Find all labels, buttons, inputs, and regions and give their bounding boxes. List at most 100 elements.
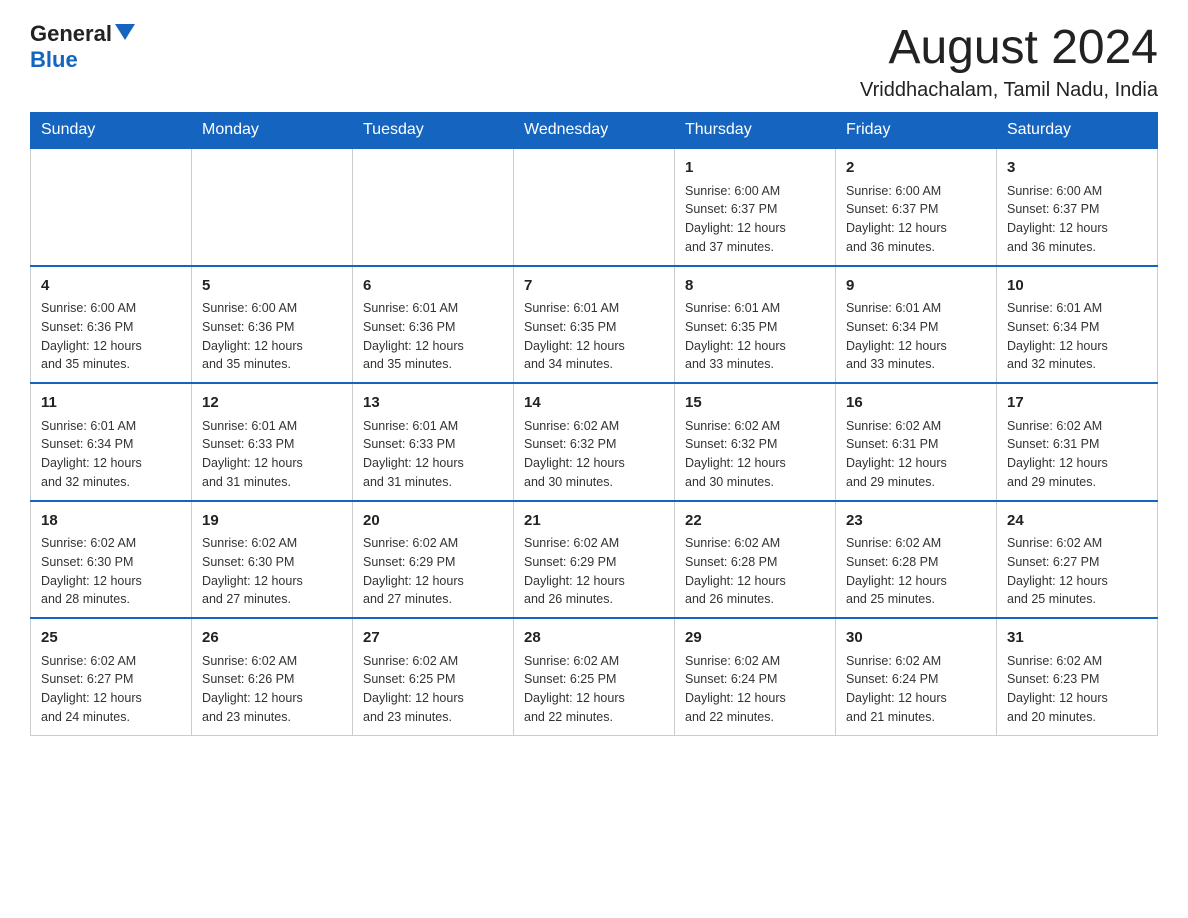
day-number: 5 [202,275,342,298]
day-cell: 15Sunrise: 6:02 AMSunset: 6:32 PMDayligh… [675,383,836,501]
day-info: Sunrise: 6:02 AMSunset: 6:26 PMDaylight:… [202,652,342,727]
day-number: 14 [524,392,664,415]
day-cell: 9Sunrise: 6:01 AMSunset: 6:34 PMDaylight… [836,266,997,384]
week-row-2: 4Sunrise: 6:00 AMSunset: 6:36 PMDaylight… [31,266,1158,384]
day-number: 24 [1007,510,1147,533]
day-info: Sunrise: 6:02 AMSunset: 6:29 PMDaylight:… [363,534,503,609]
day-number: 21 [524,510,664,533]
day-info: Sunrise: 6:01 AMSunset: 6:35 PMDaylight:… [685,299,825,374]
day-cell: 21Sunrise: 6:02 AMSunset: 6:29 PMDayligh… [514,501,675,619]
day-number: 25 [41,627,181,650]
day-cell: 22Sunrise: 6:02 AMSunset: 6:28 PMDayligh… [675,501,836,619]
day-cell: 31Sunrise: 6:02 AMSunset: 6:23 PMDayligh… [997,618,1158,735]
page-header: General Blue August 2024 Vriddhachalam, … [30,20,1158,102]
col-tuesday: Tuesday [353,113,514,149]
day-info: Sunrise: 6:02 AMSunset: 6:29 PMDaylight:… [524,534,664,609]
day-info: Sunrise: 6:02 AMSunset: 6:32 PMDaylight:… [685,417,825,492]
day-info: Sunrise: 6:02 AMSunset: 6:30 PMDaylight:… [202,534,342,609]
day-info: Sunrise: 6:02 AMSunset: 6:23 PMDaylight:… [1007,652,1147,727]
week-row-3: 11Sunrise: 6:01 AMSunset: 6:34 PMDayligh… [31,383,1158,501]
day-info: Sunrise: 6:02 AMSunset: 6:32 PMDaylight:… [524,417,664,492]
day-number: 15 [685,392,825,415]
day-number: 1 [685,157,825,180]
day-cell: 11Sunrise: 6:01 AMSunset: 6:34 PMDayligh… [31,383,192,501]
day-cell [514,148,675,266]
day-cell: 3Sunrise: 6:00 AMSunset: 6:37 PMDaylight… [997,148,1158,266]
col-wednesday: Wednesday [514,113,675,149]
day-number: 22 [685,510,825,533]
day-number: 12 [202,392,342,415]
day-cell: 27Sunrise: 6:02 AMSunset: 6:25 PMDayligh… [353,618,514,735]
day-number: 29 [685,627,825,650]
day-info: Sunrise: 6:00 AMSunset: 6:37 PMDaylight:… [685,182,825,257]
day-info: Sunrise: 6:02 AMSunset: 6:25 PMDaylight:… [363,652,503,727]
day-number: 19 [202,510,342,533]
col-sunday: Sunday [31,113,192,149]
day-info: Sunrise: 6:01 AMSunset: 6:34 PMDaylight:… [1007,299,1147,374]
day-info: Sunrise: 6:02 AMSunset: 6:28 PMDaylight:… [846,534,986,609]
day-cell: 1Sunrise: 6:00 AMSunset: 6:37 PMDaylight… [675,148,836,266]
day-number: 6 [363,275,503,298]
day-number: 17 [1007,392,1147,415]
month-title: August 2024 [860,20,1158,75]
logo-general-text: General [30,21,112,47]
week-row-4: 18Sunrise: 6:02 AMSunset: 6:30 PMDayligh… [31,501,1158,619]
day-info: Sunrise: 6:02 AMSunset: 6:31 PMDaylight:… [1007,417,1147,492]
day-number: 10 [1007,275,1147,298]
col-thursday: Thursday [675,113,836,149]
day-cell: 13Sunrise: 6:01 AMSunset: 6:33 PMDayligh… [353,383,514,501]
day-number: 3 [1007,157,1147,180]
day-cell: 24Sunrise: 6:02 AMSunset: 6:27 PMDayligh… [997,501,1158,619]
day-cell: 20Sunrise: 6:02 AMSunset: 6:29 PMDayligh… [353,501,514,619]
col-monday: Monday [192,113,353,149]
day-info: Sunrise: 6:01 AMSunset: 6:35 PMDaylight:… [524,299,664,374]
day-info: Sunrise: 6:01 AMSunset: 6:34 PMDaylight:… [41,417,181,492]
day-cell: 25Sunrise: 6:02 AMSunset: 6:27 PMDayligh… [31,618,192,735]
day-cell: 19Sunrise: 6:02 AMSunset: 6:30 PMDayligh… [192,501,353,619]
day-cell: 16Sunrise: 6:02 AMSunset: 6:31 PMDayligh… [836,383,997,501]
day-number: 7 [524,275,664,298]
day-info: Sunrise: 6:01 AMSunset: 6:36 PMDaylight:… [363,299,503,374]
day-info: Sunrise: 6:01 AMSunset: 6:34 PMDaylight:… [846,299,986,374]
day-number: 27 [363,627,503,650]
day-info: Sunrise: 6:02 AMSunset: 6:28 PMDaylight:… [685,534,825,609]
calendar-table: Sunday Monday Tuesday Wednesday Thursday… [30,112,1158,736]
day-number: 26 [202,627,342,650]
day-info: Sunrise: 6:00 AMSunset: 6:36 PMDaylight:… [202,299,342,374]
day-info: Sunrise: 6:01 AMSunset: 6:33 PMDaylight:… [363,417,503,492]
day-number: 8 [685,275,825,298]
logo-triangle-icon [115,22,135,42]
title-area: August 2024 Vriddhachalam, Tamil Nadu, I… [860,20,1158,102]
day-cell: 23Sunrise: 6:02 AMSunset: 6:28 PMDayligh… [836,501,997,619]
day-info: Sunrise: 6:02 AMSunset: 6:27 PMDaylight:… [1007,534,1147,609]
day-cell: 26Sunrise: 6:02 AMSunset: 6:26 PMDayligh… [192,618,353,735]
day-info: Sunrise: 6:00 AMSunset: 6:37 PMDaylight:… [846,182,986,257]
day-number: 30 [846,627,986,650]
day-cell: 12Sunrise: 6:01 AMSunset: 6:33 PMDayligh… [192,383,353,501]
day-number: 20 [363,510,503,533]
week-row-1: 1Sunrise: 6:00 AMSunset: 6:37 PMDaylight… [31,148,1158,266]
day-cell: 7Sunrise: 6:01 AMSunset: 6:35 PMDaylight… [514,266,675,384]
day-cell: 2Sunrise: 6:00 AMSunset: 6:37 PMDaylight… [836,148,997,266]
day-cell: 4Sunrise: 6:00 AMSunset: 6:36 PMDaylight… [31,266,192,384]
day-cell: 17Sunrise: 6:02 AMSunset: 6:31 PMDayligh… [997,383,1158,501]
day-cell [353,148,514,266]
day-number: 18 [41,510,181,533]
day-cell: 18Sunrise: 6:02 AMSunset: 6:30 PMDayligh… [31,501,192,619]
day-number: 28 [524,627,664,650]
day-cell: 10Sunrise: 6:01 AMSunset: 6:34 PMDayligh… [997,266,1158,384]
day-number: 23 [846,510,986,533]
day-cell: 8Sunrise: 6:01 AMSunset: 6:35 PMDaylight… [675,266,836,384]
day-number: 11 [41,392,181,415]
day-info: Sunrise: 6:02 AMSunset: 6:27 PMDaylight:… [41,652,181,727]
day-info: Sunrise: 6:02 AMSunset: 6:30 PMDaylight:… [41,534,181,609]
day-number: 16 [846,392,986,415]
col-friday: Friday [836,113,997,149]
day-cell [31,148,192,266]
day-info: Sunrise: 6:02 AMSunset: 6:31 PMDaylight:… [846,417,986,492]
day-info: Sunrise: 6:02 AMSunset: 6:24 PMDaylight:… [846,652,986,727]
day-number: 13 [363,392,503,415]
day-number: 2 [846,157,986,180]
day-cell: 5Sunrise: 6:00 AMSunset: 6:36 PMDaylight… [192,266,353,384]
day-cell [192,148,353,266]
